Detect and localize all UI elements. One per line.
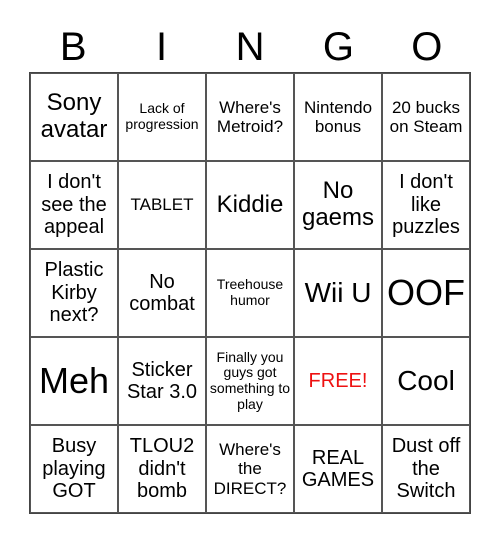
bingo-cell-text: Plastic Kirby next? xyxy=(44,259,104,327)
bingo-cell-text: Kiddie xyxy=(216,190,284,218)
bingo-cell[interactable]: Sticker Star 3.0 xyxy=(118,337,206,425)
bingo-cell[interactable]: Meh xyxy=(30,337,118,425)
bingo-cell[interactable]: Kiddie xyxy=(206,161,294,249)
bingo-cell[interactable]: Wii U xyxy=(294,249,382,337)
bingo-header: B I N G O xyxy=(29,22,471,72)
header-letter-g: G xyxy=(322,25,354,69)
bingo-cell-text: Nintendo bonus xyxy=(303,97,373,136)
bingo-cell-text: Sticker Star 3.0 xyxy=(126,358,198,403)
bingo-cell-text: TLOU2 didn't bomb xyxy=(129,435,195,503)
bingo-cell[interactable]: Busy playing GOT xyxy=(30,425,118,513)
free-space-label: FREE! xyxy=(308,369,368,392)
bingo-cell[interactable]: Finally you guys got something to play xyxy=(206,337,294,425)
bingo-cell[interactable]: TLOU2 didn't bomb xyxy=(118,425,206,513)
bingo-cell[interactable]: Nintendo bonus xyxy=(294,73,382,161)
header-letter-o: O xyxy=(411,25,443,69)
bingo-cell-text: Where's the DIRECT? xyxy=(213,440,287,498)
bingo-cell-text: Treehouse humor xyxy=(216,276,284,308)
bingo-cell-text: Dust off the Switch xyxy=(391,435,461,503)
bingo-cell-text: Lack of progression xyxy=(125,100,199,132)
header-letter-b: B xyxy=(59,25,87,69)
bingo-cell-text: Cool xyxy=(397,365,455,397)
bingo-cell-text: No gaems xyxy=(301,177,375,231)
bingo-cell[interactable]: Lack of progression xyxy=(118,73,206,161)
bingo-cell-text: I don't like puzzles xyxy=(392,171,460,239)
bingo-cell[interactable]: Where's Metroid? xyxy=(206,73,294,161)
bingo-cell[interactable]: I don't see the appeal xyxy=(30,161,118,249)
bingo-cell[interactable]: Treehouse humor xyxy=(206,249,294,337)
bingo-cell-text: I don't see the appeal xyxy=(41,171,107,239)
bingo-cell[interactable]: Plastic Kirby next? xyxy=(30,249,118,337)
free-space-cell[interactable]: FREE! xyxy=(294,337,382,425)
bingo-grid: Sony avatar Lack of progression Where's Me… xyxy=(29,72,471,514)
bingo-cell[interactable]: TABLET xyxy=(118,161,206,249)
bingo-cell[interactable]: No combat xyxy=(118,249,206,337)
bingo-cell[interactable]: Dust off the Switch xyxy=(382,425,470,513)
bingo-cell-text: Wii U xyxy=(304,277,372,309)
bingo-cell[interactable]: No gaems xyxy=(294,161,382,249)
bingo-cell-text: 20 bucks on Steam xyxy=(389,97,463,136)
header-letter-i: I xyxy=(156,25,168,69)
bingo-cell-text: TABLET xyxy=(130,195,194,215)
bingo-cell[interactable]: REAL GAMES xyxy=(294,425,382,513)
bingo-cell-text: No combat xyxy=(129,270,195,315)
bingo-cell[interactable]: 20 bucks on Steam xyxy=(382,73,470,161)
bingo-cell[interactable]: OOF xyxy=(382,249,470,337)
bingo-cell-text: OOF xyxy=(387,271,465,313)
bingo-cell-text: Finally you guys got something to play xyxy=(209,348,291,412)
bingo-cell-text: Where's Metroid? xyxy=(216,97,284,136)
bingo-cell[interactable]: Sony avatar xyxy=(30,73,118,161)
header-letter-n: N xyxy=(235,25,265,69)
bingo-cell[interactable]: Where's the DIRECT? xyxy=(206,425,294,513)
bingo-cell-text: REAL GAMES xyxy=(301,446,375,491)
bingo-cell[interactable]: I don't like puzzles xyxy=(382,161,470,249)
bingo-cell-text: Busy playing GOT xyxy=(42,435,106,503)
bingo-cell[interactable]: Cool xyxy=(382,337,470,425)
bingo-cell-text: Sony avatar xyxy=(40,89,108,143)
bingo-cell-text: Meh xyxy=(38,359,110,401)
